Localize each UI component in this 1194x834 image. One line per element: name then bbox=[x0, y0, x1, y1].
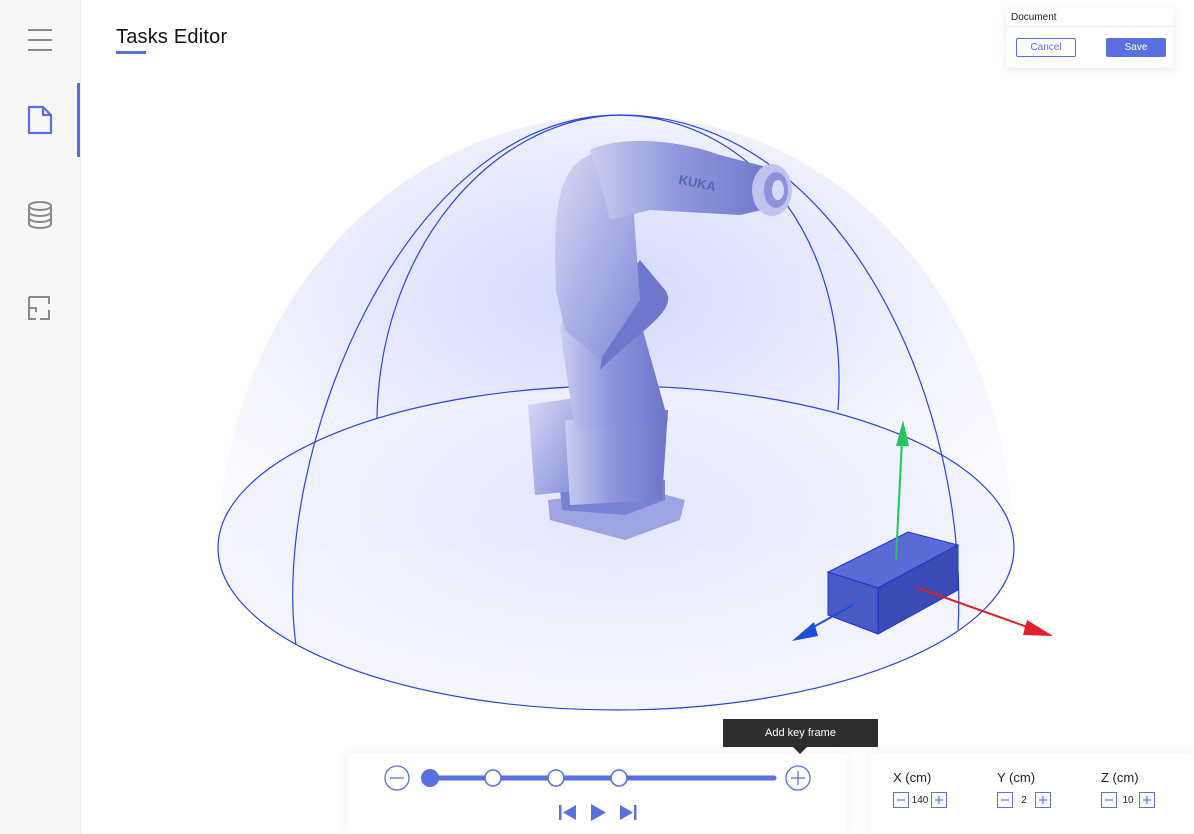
timeline-playhead[interactable] bbox=[421, 769, 439, 787]
z-stepper: 10 bbox=[1101, 792, 1155, 808]
minus-icon bbox=[1001, 799, 1009, 801]
sidebar-item-menu[interactable] bbox=[0, 5, 80, 75]
skip-forward-icon bbox=[620, 805, 633, 820]
document-icon bbox=[27, 105, 53, 135]
divider bbox=[1006, 26, 1174, 27]
x-coordinate: X (cm) 140 bbox=[893, 770, 947, 808]
keyframe-marker[interactable] bbox=[484, 769, 502, 787]
x-decrement-button[interactable] bbox=[893, 792, 909, 808]
z-increment-button[interactable] bbox=[1139, 792, 1155, 808]
skip-back-icon bbox=[559, 805, 562, 820]
y-increment-button[interactable] bbox=[1035, 792, 1051, 808]
plus-icon bbox=[1143, 796, 1151, 804]
keyframe-marker[interactable] bbox=[610, 769, 628, 787]
zoom-out-button[interactable] bbox=[384, 765, 410, 791]
sidebar-item-document[interactable] bbox=[0, 83, 80, 157]
play-button[interactable] bbox=[591, 804, 606, 821]
x-increment-button[interactable] bbox=[931, 792, 947, 808]
sidebar-item-floorplan[interactable] bbox=[0, 273, 80, 343]
add-key-frame-tooltip: Add key frame bbox=[723, 719, 878, 754]
title-underline bbox=[116, 51, 146, 54]
z-value[interactable]: 10 bbox=[1117, 795, 1139, 806]
menu-icon bbox=[28, 29, 52, 51]
z-label: Z (cm) bbox=[1101, 770, 1139, 785]
x-axis-arrow[interactable] bbox=[1023, 620, 1053, 636]
robot-workspace-viewport[interactable]: KUKA bbox=[180, 90, 1080, 730]
z-decrement-button[interactable] bbox=[1101, 792, 1117, 808]
keyframe-marker[interactable] bbox=[547, 769, 565, 787]
document-panel: Document Cancel Save bbox=[1006, 8, 1174, 68]
plus-icon bbox=[1039, 796, 1047, 804]
document-label: Document bbox=[1011, 12, 1057, 23]
y-label: Y (cm) bbox=[997, 770, 1036, 785]
coordinates-panel: X (cm) 140 Y (cm) 2 Z (cm) 10 bbox=[870, 754, 1194, 834]
sidebar-item-database[interactable] bbox=[0, 180, 80, 250]
skip-back-button[interactable] bbox=[559, 805, 576, 820]
sidebar bbox=[0, 0, 81, 834]
database-icon bbox=[28, 201, 52, 229]
play-icon bbox=[591, 804, 606, 821]
timeline-panel bbox=[347, 754, 847, 834]
z-coordinate: Z (cm) 10 bbox=[1101, 770, 1155, 808]
save-button[interactable]: Save bbox=[1106, 38, 1166, 57]
y-coordinate: Y (cm) 2 bbox=[997, 770, 1051, 808]
plus-icon bbox=[935, 796, 943, 804]
x-label: X (cm) bbox=[893, 770, 932, 785]
add-key-frame-button[interactable] bbox=[785, 765, 811, 791]
minus-icon bbox=[1105, 799, 1113, 801]
x-stepper: 140 bbox=[893, 792, 947, 808]
floorplan-icon bbox=[28, 296, 50, 320]
y-decrement-button[interactable] bbox=[997, 792, 1013, 808]
y-stepper: 2 bbox=[997, 792, 1051, 808]
x-value[interactable]: 140 bbox=[909, 795, 931, 806]
skip-forward-button[interactable] bbox=[620, 805, 637, 820]
minus-icon bbox=[897, 799, 905, 801]
y-value[interactable]: 2 bbox=[1013, 795, 1035, 806]
page-title: Tasks Editor bbox=[116, 26, 228, 48]
cancel-button[interactable]: Cancel bbox=[1016, 38, 1076, 57]
